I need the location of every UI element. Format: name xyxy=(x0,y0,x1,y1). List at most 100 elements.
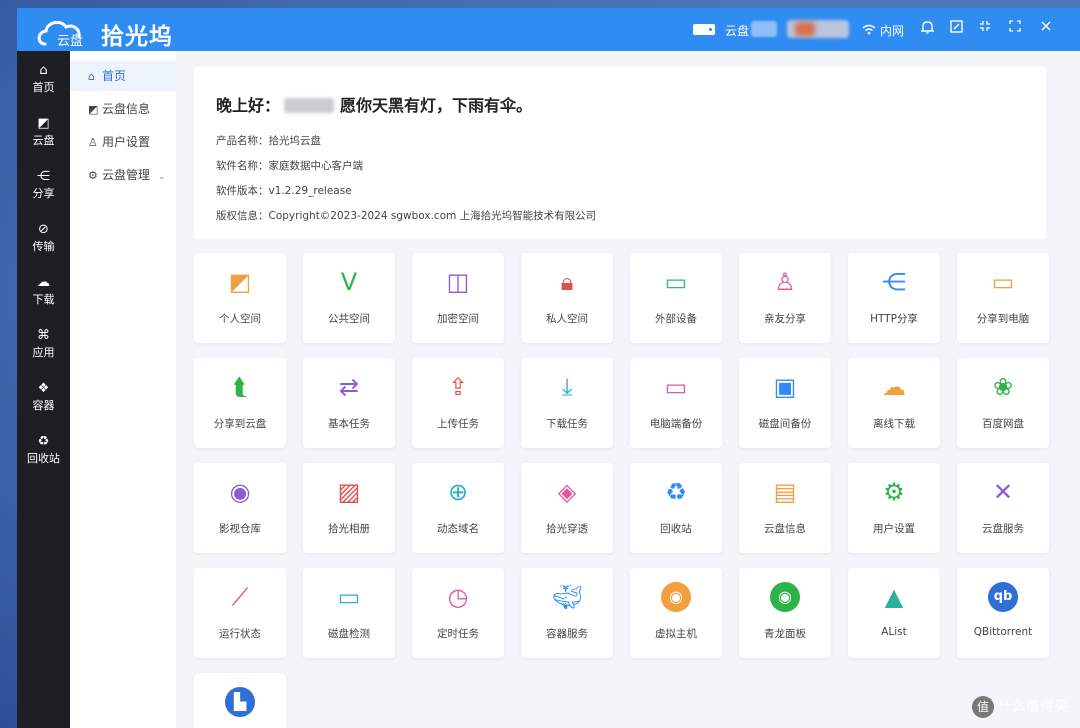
app-tile[interactable]: ⤓ 下载任务 xyxy=(521,358,613,448)
app-tile[interactable]: ⇪ 上传任务 xyxy=(412,358,504,448)
copyright-info: 版权信息：Copyright©2023-2024 sgwbox.com 上海拾光… xyxy=(216,210,597,222)
app-tile-label: 离线下载 xyxy=(873,418,915,430)
nav-label: 容器 xyxy=(32,399,55,412)
app-tile-label: QBittorrent xyxy=(973,626,1033,638)
app-tile-label: 运行状态 xyxy=(219,628,261,640)
app-tile-label: 外部设备 xyxy=(655,313,697,325)
subnav-item-user-settings[interactable]: ♙ 用户设置 xyxy=(70,127,176,157)
app-tile-label: 百度网盘 xyxy=(982,418,1024,430)
app-tile[interactable]: ▣ 磁盘间备份 xyxy=(739,358,831,448)
app-tile[interactable]: ⟋ 运行状态 xyxy=(194,568,286,658)
greeting: 晚上好： 愿你天黑有灯，下雨有伞。 xyxy=(216,92,532,116)
app-icon: ▙ xyxy=(225,687,255,717)
nav-label: 传输 xyxy=(32,240,55,253)
app-tile[interactable]: ▤ 云盘信息 xyxy=(739,463,831,553)
app-tile[interactable]: qb QBittorrent xyxy=(957,568,1049,658)
cloud-name-label: 云盘 xyxy=(725,24,750,38)
app-tile-label: 亲友分享 xyxy=(764,313,806,325)
app-tile[interactable]: ◉ 影视仓库 xyxy=(194,463,286,553)
edit-icon[interactable] xyxy=(950,20,963,37)
upload-icon: ⇪ xyxy=(447,373,469,401)
share-nodes-icon: ⋲ xyxy=(882,268,906,296)
folder-share-icon: ▭ xyxy=(991,268,1015,296)
app-tile[interactable]: ▲ AList xyxy=(848,568,940,658)
main-nav: ⌂ 首页 ◩ 云盘 ⋲ 分享 ⊘ 传输 ☁ 下载 ⌘ 应用 ❖ 容器 ♻ 回收站 xyxy=(17,51,70,728)
app-tile[interactable]: ◉ 虚拟主机 xyxy=(630,568,722,658)
app-tile[interactable]: ⮬ 分享到云盘 xyxy=(194,358,286,448)
nav-item-download[interactable]: ☁ 下载 xyxy=(17,269,70,319)
network-mode-label[interactable]: 内网 xyxy=(880,22,904,39)
nav-item-container[interactable]: ❖ 容器 xyxy=(17,375,70,425)
app-tile-label: 上传任务 xyxy=(437,418,479,430)
logo-text: 云盘 xyxy=(57,33,83,48)
nav-item-apps[interactable]: ⌘ 应用 xyxy=(17,322,70,372)
bell-icon[interactable] xyxy=(920,20,935,38)
app-tile[interactable]: ▭ 外部设备 xyxy=(630,253,722,343)
disk-backup-icon: ▣ xyxy=(773,373,797,401)
app-tile[interactable]: ◈ 拾光穿透 xyxy=(521,463,613,553)
app-tile-label: 云盘服务 xyxy=(982,523,1024,535)
app-tile-label: 公共空间 xyxy=(328,313,370,325)
nav-item-home[interactable]: ⌂ 首页 xyxy=(17,57,70,107)
nav-item-recycle[interactable]: ♻ 回收站 xyxy=(17,428,70,478)
app-title: 拾光坞 xyxy=(101,24,173,50)
software-version: 软件版本：v1.2.29_release xyxy=(216,185,352,197)
subnav-label: 用户设置 xyxy=(102,135,151,149)
app-tile-label: 影视仓库 xyxy=(219,523,261,535)
app-tile[interactable]: ⊕ 动态域名 xyxy=(412,463,504,553)
app-tile[interactable]: ⚙ 用户设置 xyxy=(848,463,940,553)
app-tile[interactable]: ▭ 电脑端备份 xyxy=(630,358,722,448)
subnav-item-cloud-manage[interactable]: ⚙ 云盘管理 ⌄ xyxy=(70,160,176,190)
app-tile-label: 回收站 xyxy=(660,523,692,535)
nav-item-cloud[interactable]: ◩ 云盘 xyxy=(17,110,70,160)
app-tile[interactable]: ❀ 百度网盘 xyxy=(957,358,1049,448)
app-tile[interactable]: ◩ 个人空间 xyxy=(194,253,286,343)
close-icon[interactable] xyxy=(1040,20,1052,36)
maximize-icon[interactable] xyxy=(1009,20,1021,36)
app-tile-label: HTTP分享 xyxy=(870,313,918,325)
gear-icon: ⚙ xyxy=(883,478,905,506)
main-content: 晚上好： 愿你天黑有灯，下雨有伞。 产品名称：拾光坞云盘 软件名称：家庭数据中心客… xyxy=(176,51,1080,728)
redacted-user[interactable] xyxy=(787,20,849,38)
share-to-cloud-icon: ⮬ xyxy=(232,373,248,401)
app-tile-label: 定时任务 xyxy=(437,628,479,640)
hdd-icon xyxy=(693,24,715,35)
app-tile[interactable]: ◷ 定时任务 xyxy=(412,568,504,658)
secondary-sidebar: ⌂ 首页 ◩ 云盘信息 ♙ 用户设置 ⚙ 云盘管理 ⌄ xyxy=(70,51,176,728)
docker-icon: 🐳︎ xyxy=(552,583,583,611)
download-task-icon: ⤓ xyxy=(561,373,573,401)
globe-icon: ⊕ xyxy=(447,478,469,506)
nav-label: 回收站 xyxy=(27,452,60,465)
nav-item-transfer[interactable]: ⊘ 传输 xyxy=(17,216,70,266)
nav-label: 分享 xyxy=(32,187,55,200)
monitor-icon: ▭ xyxy=(664,373,688,401)
minimize-icon[interactable] xyxy=(979,20,991,36)
app-tile[interactable]: ☁ 离线下载 xyxy=(848,358,940,448)
app-tile[interactable]: ♙ 亲友分享 xyxy=(739,253,831,343)
recycle-icon: ♻ xyxy=(665,478,687,506)
app-tile[interactable]: ◫ 加密空间 xyxy=(412,253,504,343)
app-tile[interactable]: ✕ 云盘服务 xyxy=(957,463,1049,553)
welcome-card: 晚上好： 愿你天黑有灯，下雨有伞。 产品名称：拾光坞云盘 软件名称：家庭数据中心客… xyxy=(194,67,1046,239)
subnav-item-home[interactable]: ⌂ 首页 xyxy=(70,61,176,91)
app-tile-label: 分享到电脑 xyxy=(976,313,1030,325)
encrypted-space-icon: ◫ xyxy=(446,268,470,296)
app-tile[interactable]: ⇄ 基本任务 xyxy=(303,358,395,448)
app-tile-label: 容器服务 xyxy=(546,628,588,640)
app-tile-label: 青龙面板 xyxy=(764,628,806,640)
app-tile[interactable]: ▙ xyxy=(194,673,286,728)
app-tile[interactable]: 🔒︎ 私人空间 xyxy=(521,253,613,343)
app-tile[interactable]: ⋲ HTTP分享 xyxy=(848,253,940,343)
app-tile[interactable]: 🐳︎ 容器服务 xyxy=(521,568,613,658)
app-tile[interactable]: ⴸ 公共空间 xyxy=(303,253,395,343)
nav-label: 下载 xyxy=(32,293,55,306)
app-tile[interactable]: ▭ 分享到电脑 xyxy=(957,253,1049,343)
subnav-item-cloud-info[interactable]: ◩ 云盘信息 xyxy=(70,94,176,124)
app-tile[interactable]: ▨ 拾光相册 xyxy=(303,463,395,553)
product-name: 产品名称：拾光坞云盘 xyxy=(216,135,321,147)
subnav-label: 云盘管理 xyxy=(102,168,151,182)
nav-item-share[interactable]: ⋲ 分享 xyxy=(17,163,70,213)
app-tile[interactable]: ▭ 磁盘检测 xyxy=(303,568,395,658)
app-tile[interactable]: ◉ 青龙面板 xyxy=(739,568,831,658)
app-tile[interactable]: ♻ 回收站 xyxy=(630,463,722,553)
